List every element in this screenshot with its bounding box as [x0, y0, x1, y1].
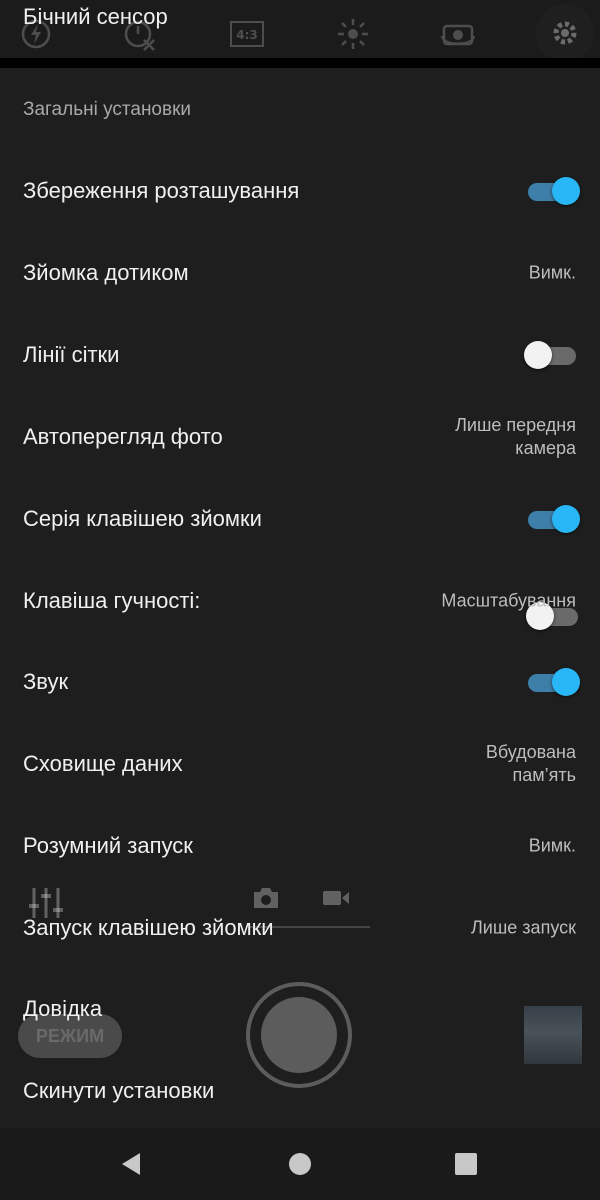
- setting-label: Розумний запуск: [23, 833, 193, 858]
- setting-volume-key[interactable]: Клавіша гучності: Масштабування: [0, 560, 600, 642]
- setting-label: Запуск клавішею зйомки: [23, 915, 274, 940]
- setting-label: Довідка: [23, 996, 103, 1021]
- setting-sound[interactable]: Звук: [0, 641, 600, 723]
- toolbar-divider: [0, 58, 600, 68]
- back-icon[interactable]: [116, 1148, 148, 1180]
- setting-grid-lines[interactable]: Лінії сітки: [0, 314, 600, 396]
- setting-reset[interactable]: Скинути установки: [0, 1050, 600, 1132]
- settings-gear-icon: [553, 21, 577, 45]
- setting-help[interactable]: Довідка: [0, 968, 600, 1050]
- burst-shutter-toggle[interactable]: [524, 503, 580, 535]
- setting-label: Звук: [23, 669, 69, 694]
- save-location-toggle[interactable]: [524, 175, 580, 207]
- grid-lines-toggle[interactable]: [524, 339, 580, 371]
- setting-value: Вбудована пам’ять: [485, 742, 576, 785]
- setting-value: Вимк.: [528, 835, 576, 856]
- aspect-ratio-icon[interactable]: 4:3: [229, 16, 265, 52]
- side-sensor-label: Бічний сенсор: [23, 4, 168, 29]
- setting-value: Лише запуск: [470, 917, 576, 938]
- setting-label: Зйомка дотиком: [23, 260, 189, 285]
- setting-value: Лише передня камера: [455, 415, 576, 458]
- setting-label: Клавіша гучності:: [23, 588, 201, 613]
- setting-shutter-key-launch[interactable]: Запуск клавішею зйомки Лише запуск: [0, 887, 600, 969]
- setting-label: Скинути установки: [23, 1078, 215, 1103]
- setting-save-location[interactable]: Збереження розташування: [0, 150, 600, 232]
- home-icon[interactable]: [284, 1148, 316, 1180]
- setting-auto-review[interactable]: Автоперегляд фото Лише передня камера: [0, 396, 600, 478]
- section-header: Загальні установки: [23, 99, 192, 120]
- setting-label: Збереження розташування: [23, 178, 300, 203]
- svg-text:4:3: 4:3: [236, 28, 258, 42]
- setting-smart-launch[interactable]: Розумний запуск Вимк.: [0, 805, 600, 887]
- brightness-icon[interactable]: [335, 16, 371, 52]
- setting-label: Лінії сітки: [23, 342, 120, 367]
- setting-label: Автоперегляд фото: [23, 424, 223, 449]
- sound-toggle[interactable]: [524, 666, 580, 698]
- settings-gear-button[interactable]: [536, 4, 594, 62]
- setting-burst-shutter[interactable]: Серія клавішею зйомки: [0, 478, 600, 560]
- setting-touch-capture[interactable]: Зйомка дотиком Вимк.: [0, 232, 600, 314]
- setting-label: Сховище даних: [23, 751, 183, 776]
- system-navigation-bar: [0, 1128, 600, 1200]
- setting-data-storage[interactable]: Сховище даних Вбудована пам’ять: [0, 723, 600, 805]
- switch-camera-icon[interactable]: [440, 16, 476, 52]
- setting-value: Масштабування: [441, 590, 576, 611]
- setting-label: Серія клавішею зйомки: [23, 506, 262, 531]
- setting-value: Вимк.: [528, 262, 576, 283]
- recents-icon[interactable]: [450, 1148, 482, 1180]
